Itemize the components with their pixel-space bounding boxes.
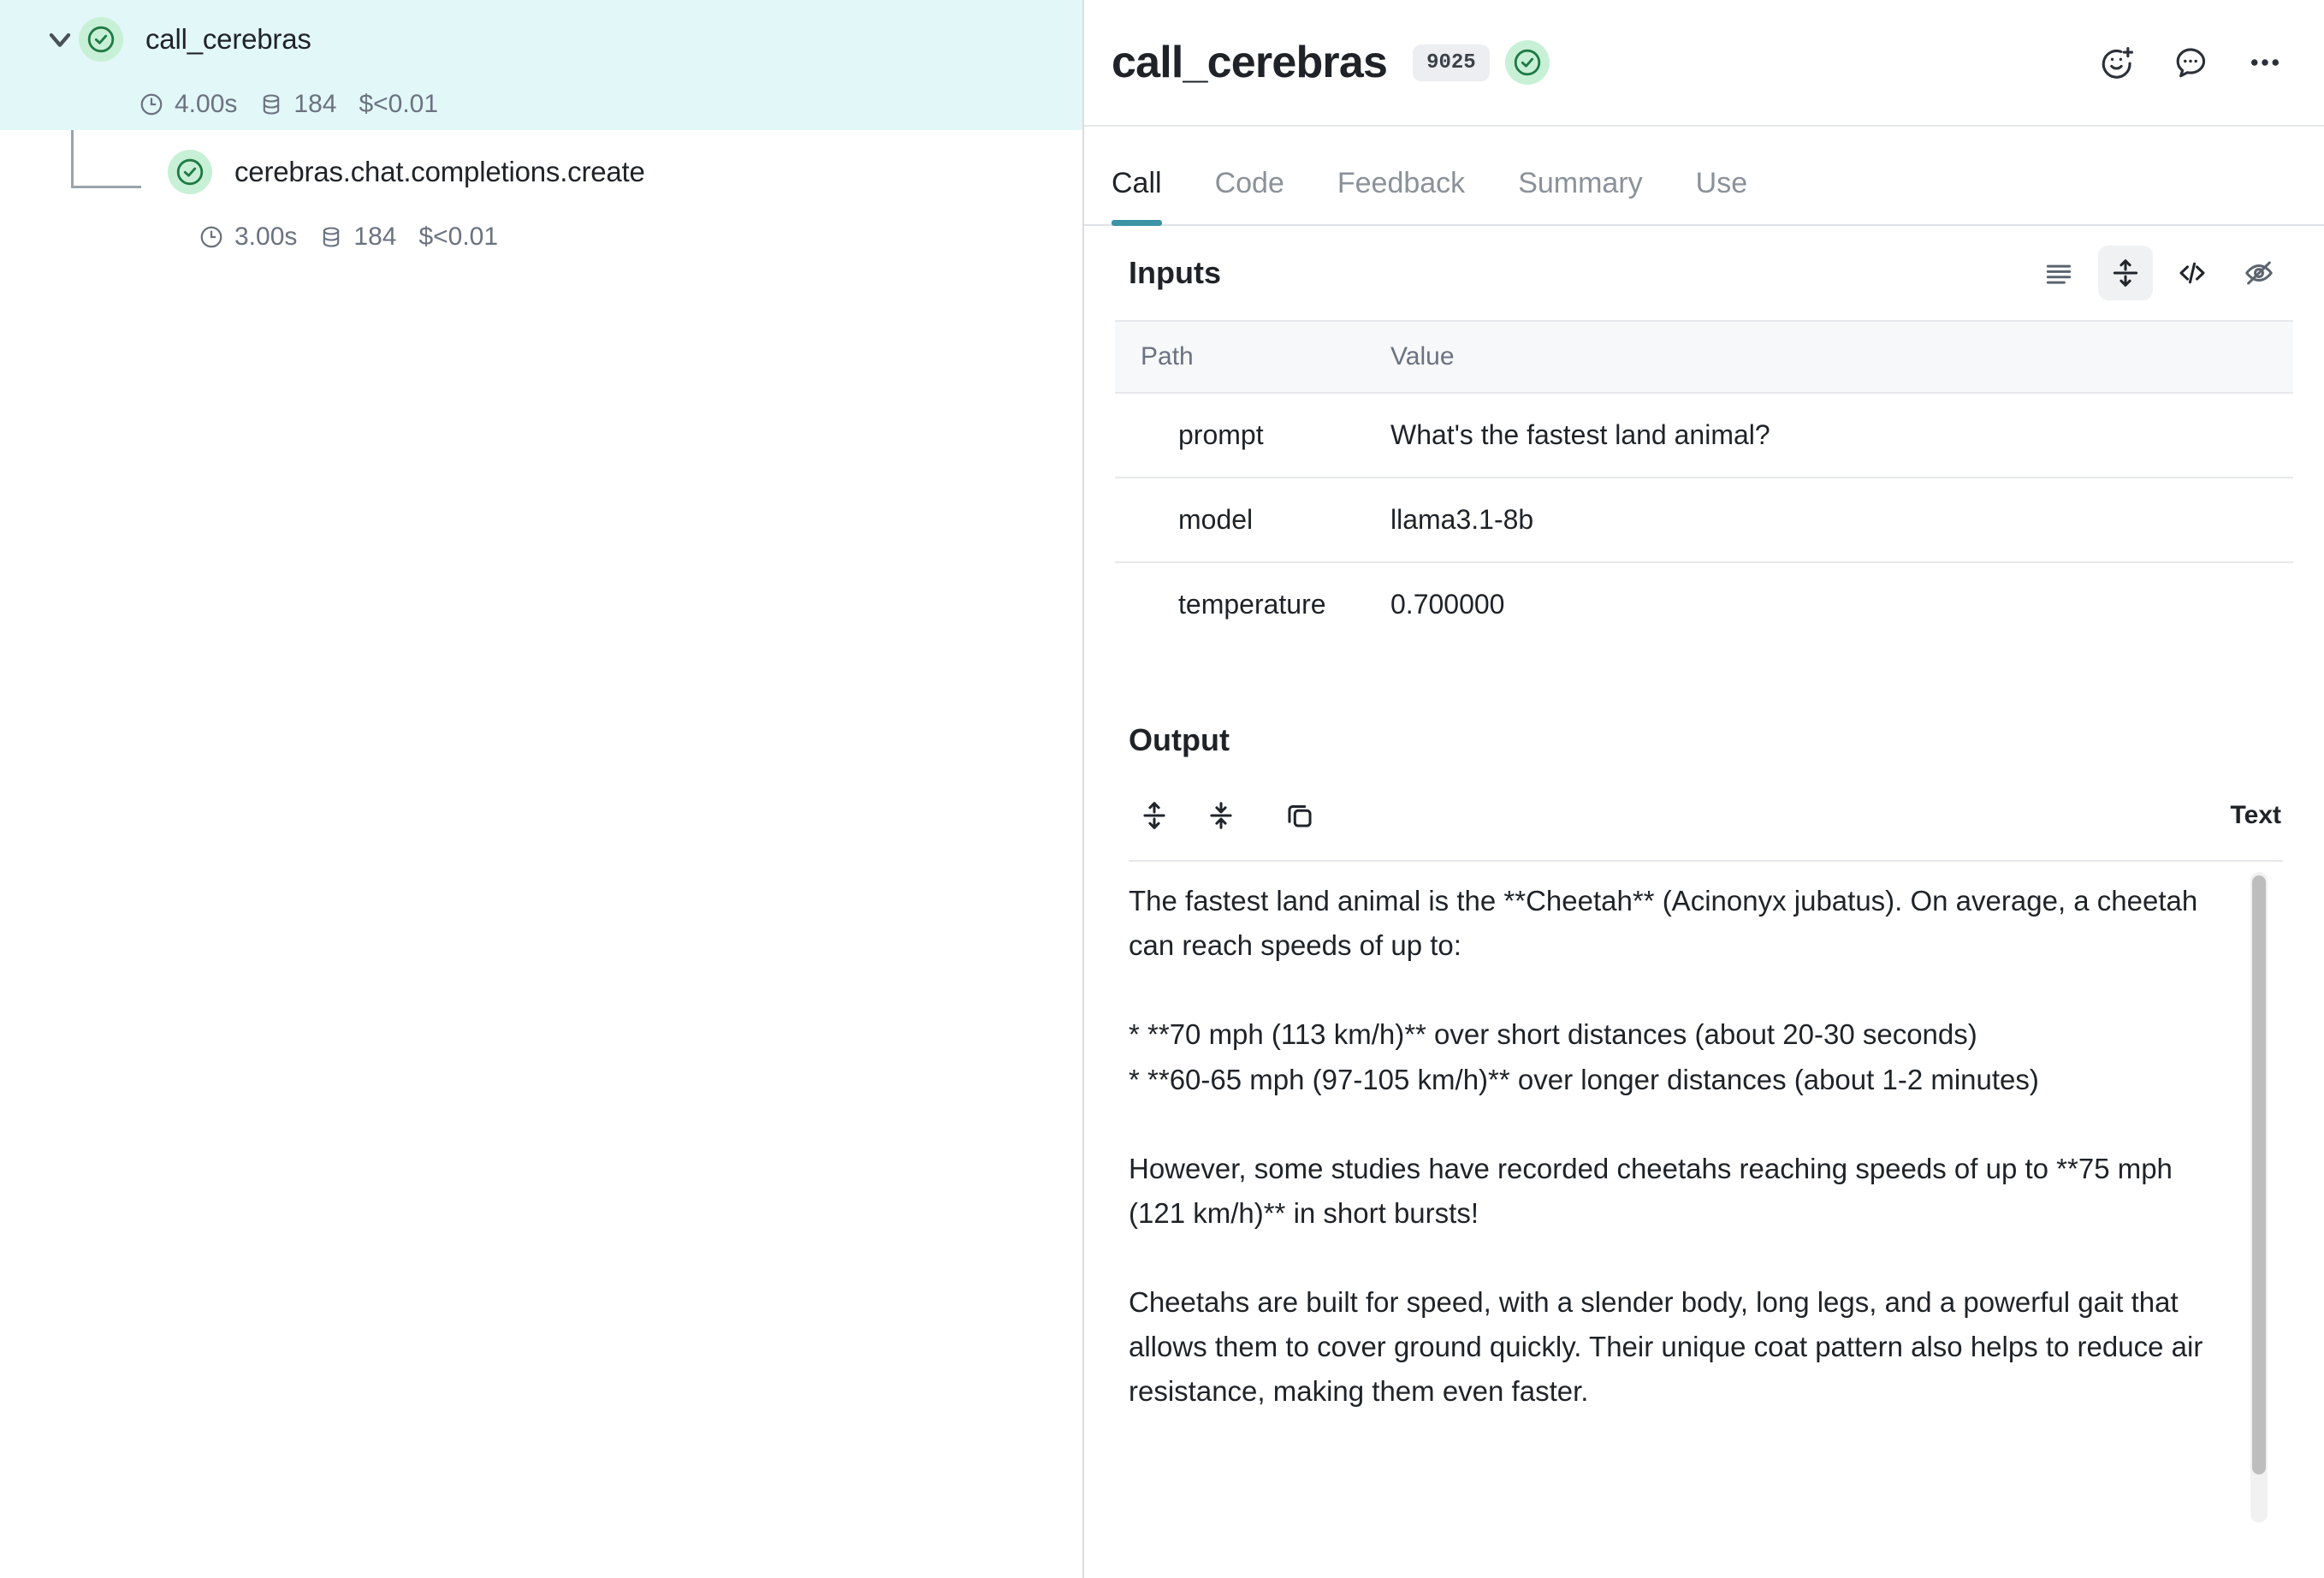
tab-code[interactable]: Code [1215, 167, 1284, 224]
tree-row[interactable]: cerebras.chat.completions.create 3.00s 1… [0, 130, 1082, 260]
output-toolbar: Text [1115, 781, 2293, 850]
row-path: model [1115, 478, 1372, 563]
cost-metric: $<0.01 [418, 222, 498, 252]
duration-value: 3.00s [234, 222, 298, 251]
output-scrollbar[interactable] [2250, 872, 2268, 1522]
tab-use[interactable]: Use [1696, 167, 1747, 224]
copy-icon[interactable] [1274, 790, 1325, 841]
tree-node-metrics: 4.00s 184 $<0.01 [0, 79, 1082, 130]
tokens-value: 184 [293, 90, 337, 118]
duration-value: 4.00s [175, 90, 238, 118]
column-header-path: Path [1115, 320, 1372, 394]
hide-eye-icon[interactable] [2232, 246, 2286, 300]
cost-metric: $<0.01 [359, 90, 438, 119]
column-header-value: Value [1372, 320, 2293, 394]
clock-icon [199, 224, 224, 250]
list-view-icon[interactable] [2031, 246, 2086, 300]
tokens-metric: 184 [319, 222, 396, 252]
table-row[interactable]: prompt What's the fastest land animal? [1115, 393, 2293, 478]
more-options-icon[interactable] [2245, 43, 2285, 82]
add-reaction-icon[interactable] [2098, 44, 2136, 81]
detail-header: call_cerebras 9025 [1084, 0, 2324, 127]
app-root: call_cerebras 4.00s 184 $<0.01 cerebras.… [0, 0, 2324, 1578]
call-content: Inputs Path Value prompt What's the fast… [1084, 226, 2324, 1536]
table-header-row: Path Value [1115, 320, 2293, 394]
check-circle-icon [1504, 40, 1550, 85]
tree-node-metrics: 3.00s 184 $<0.01 [0, 214, 1082, 260]
inputs-table-head: Path Value [1115, 320, 2293, 394]
check-circle-icon [168, 150, 212, 194]
detail-tabs: Call Code Feedback Summary Use [1084, 127, 2324, 226]
output-body: The fastest land animal is the **Cheetah… [1129, 860, 2283, 1536]
tree-node-header: cerebras.chat.completions.create [0, 130, 1082, 214]
chevron-down-icon[interactable] [41, 21, 79, 58]
tab-feedback[interactable]: Feedback [1337, 167, 1465, 224]
check-circle-icon [79, 17, 123, 62]
row-value: 0.700000 [1390, 589, 1505, 620]
inputs-view-toolbar [2031, 246, 2293, 300]
collapse-all-icon[interactable] [1195, 790, 1247, 841]
output-text: The fastest land animal is the **Cheetah… [1129, 885, 2203, 1408]
tree-node-header: call_cerebras [0, 0, 1082, 79]
tree-node-name: call_cerebras [145, 23, 311, 55]
call-id-chip[interactable]: 9025 [1413, 44, 1490, 81]
tab-call[interactable]: Call [1112, 167, 1162, 226]
row-path: prompt [1115, 393, 1372, 478]
cost-value: $<0.01 [359, 90, 439, 118]
tree-row[interactable]: call_cerebras 4.00s 184 $<0.01 [0, 0, 1082, 130]
database-icon [259, 92, 283, 116]
trace-tree-panel: call_cerebras 4.00s 184 $<0.01 cerebras.… [0, 0, 1082, 1578]
expand-all-icon[interactable] [1129, 790, 1180, 841]
header-actions [2098, 43, 2285, 82]
page-title: call_cerebras [1112, 38, 1388, 87]
row-path: temperature [1178, 589, 1326, 620]
call-detail-panel: call_cerebras 9025 Call Code Feedback Su… [1084, 0, 2324, 1578]
output-format-label[interactable]: Text [2231, 801, 2293, 830]
duration-metric: 3.00s [199, 222, 297, 252]
output-scrollbar-thumb[interactable] [2252, 875, 2266, 1474]
clock-icon [139, 92, 164, 117]
tokens-value: 184 [353, 222, 397, 251]
table-row[interactable]: temperature 0.700000 [1115, 562, 2293, 646]
inputs-table-body: prompt What's the fastest land animal? m… [1115, 393, 2293, 646]
comment-icon[interactable] [2172, 44, 2209, 81]
tree-node-name: cerebras.chat.completions.create [234, 156, 645, 187]
duration-metric: 4.00s [139, 90, 237, 119]
output-section-header: Output [1115, 699, 2293, 781]
tokens-metric: 184 [259, 90, 336, 119]
inputs-section-header: Inputs [1115, 226, 2293, 320]
inputs-table: Path Value prompt What's the fastest lan… [1115, 320, 2293, 646]
row-value: What's the fastest land animal? [1372, 393, 2293, 478]
table-row[interactable]: model llama3.1-8b [1115, 478, 2293, 563]
expand-vertical-icon[interactable] [2098, 246, 2153, 300]
database-icon [319, 225, 343, 249]
code-view-icon[interactable] [2165, 246, 2220, 300]
cost-value: $<0.01 [418, 222, 499, 251]
output-title: Output [1129, 722, 1230, 757]
tab-summary[interactable]: Summary [1518, 167, 1642, 224]
inputs-title: Inputs [1129, 255, 1221, 290]
row-value: llama3.1-8b [1372, 478, 2293, 563]
